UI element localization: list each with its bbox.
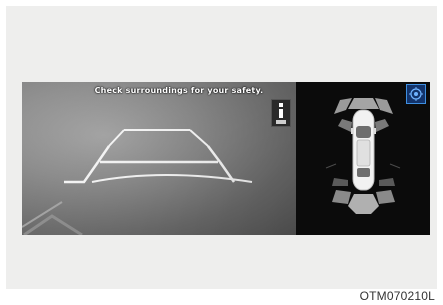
front-center-zone <box>348 98 379 109</box>
rear-camera-view: Check surroundings for your safety. <box>22 82 296 235</box>
car-top-view-icon <box>351 109 376 191</box>
safety-warning: Check surroundings for your safety. <box>94 86 264 95</box>
side-front-left-zone <box>338 119 352 132</box>
parking-sensor-icon[interactable] <box>271 99 291 127</box>
side-rear-right-zone <box>379 178 395 186</box>
front-left-zone <box>334 98 352 114</box>
guide-tick <box>389 163 401 169</box>
view-mode-icon[interactable] <box>406 84 426 104</box>
side-rear-left-zone <box>332 178 348 186</box>
front-right-zone <box>375 98 393 114</box>
rear-center-zone <box>348 194 379 214</box>
side-front-right-zone <box>375 119 389 132</box>
surround-view-panel <box>296 82 430 235</box>
rear-left-zone <box>332 190 351 204</box>
camera-ground <box>22 82 296 235</box>
figure-code: OTM070210L <box>359 289 435 303</box>
rear-view-screen: Check surroundings for your safety. <box>22 82 430 235</box>
sensor-diagram <box>325 98 401 214</box>
guide-tick <box>325 163 337 169</box>
rear-right-zone <box>376 190 395 204</box>
